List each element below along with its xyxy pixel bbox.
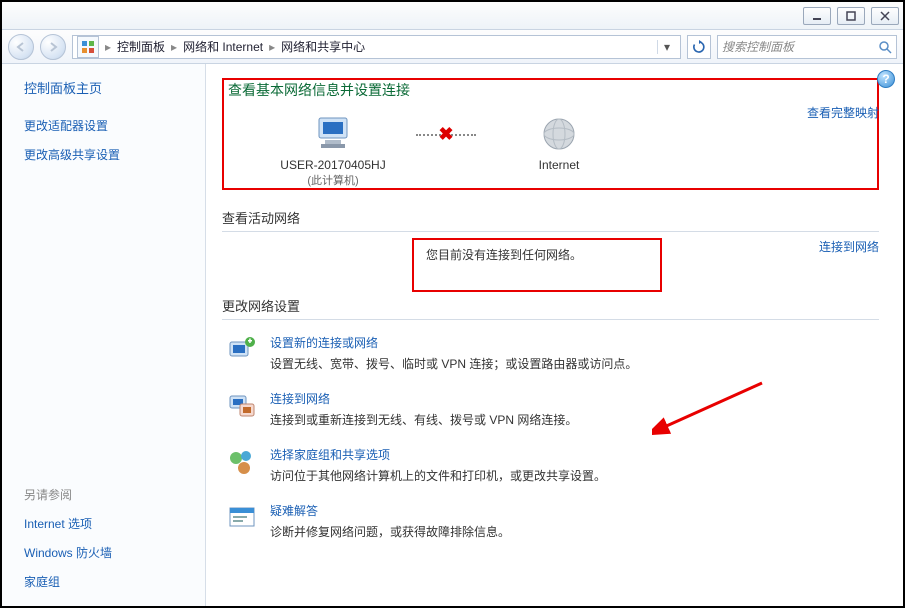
setup-connection-icon — [226, 334, 258, 366]
chevron-right-icon: ▸ — [103, 40, 113, 54]
breadcrumb[interactable]: ▸ 控制面板 ▸ 网络和 Internet ▸ 网络和共享中心 ▾ — [72, 35, 681, 59]
option-desc: 诊断并修复网络问题，或获得故障排除信息。 — [270, 523, 510, 540]
option-title[interactable]: 疑难解答 — [270, 502, 510, 519]
no-network-message: 您目前没有连接到任何网络。 — [426, 248, 582, 262]
pc-sublabel: (此计算机) — [258, 172, 408, 188]
option-connect-to-network[interactable]: 连接到网络 连接到或重新连接到无线、有线、拨号或 VPN 网络连接。 — [222, 382, 879, 438]
titlebar — [2, 2, 903, 30]
option-troubleshoot[interactable]: 疑难解答 诊断并修复网络问题，或获得故障排除信息。 — [222, 494, 879, 550]
connection-line: ✖ — [416, 134, 476, 136]
search-icon — [878, 40, 892, 54]
sidebar-link-adapter-settings[interactable]: 更改适配器设置 — [24, 117, 195, 134]
sidebar-link-advanced-sharing[interactable]: 更改高级共享设置 — [24, 146, 195, 163]
internet-label: Internet — [484, 158, 634, 172]
help-icon[interactable]: ? — [877, 70, 895, 88]
forward-button[interactable] — [40, 34, 66, 60]
option-desc: 设置无线、宽带、拨号、临时或 VPN 连接；或设置路由器或访问点。 — [270, 355, 637, 372]
network-options-list: 设置新的连接或网络 设置无线、宽带、拨号、临时或 VPN 连接；或设置路由器或访… — [222, 326, 879, 550]
internet-globe-icon — [484, 112, 634, 156]
option-title[interactable]: 选择家庭组和共享选项 — [270, 446, 606, 463]
chevron-right-icon: ▸ — [267, 40, 277, 54]
minimize-button[interactable] — [803, 7, 831, 25]
computer-icon — [258, 112, 408, 156]
back-button[interactable] — [8, 34, 34, 60]
network-center-icon — [77, 36, 99, 58]
search-placeholder: 搜索控制面板 — [722, 38, 794, 55]
highlight-box-no-network: 您目前没有连接到任何网络。 — [412, 238, 662, 292]
homegroup-icon — [226, 446, 258, 478]
breadcrumb-item[interactable]: 网络和 Internet — [183, 38, 263, 55]
sidebar-link-windows-firewall[interactable]: Windows 防火墙 — [24, 544, 195, 561]
sidebar-link-homegroup[interactable]: 家庭组 — [24, 573, 195, 590]
breadcrumb-dropdown[interactable]: ▾ — [657, 40, 676, 54]
option-title[interactable]: 设置新的连接或网络 — [270, 334, 637, 351]
option-setup-new-connection[interactable]: 设置新的连接或网络 设置无线、宽带、拨号、临时或 VPN 连接；或设置路由器或访… — [222, 326, 879, 382]
navbar: ▸ 控制面板 ▸ 网络和 Internet ▸ 网络和共享中心 ▾ 搜索控制面板 — [2, 30, 903, 64]
change-settings-title: 更改网络设置 — [222, 296, 879, 315]
main-panel: ? 查看基本网络信息并设置连接 USER-20170405HJ (此计算机) ✖ — [206, 64, 903, 606]
close-button[interactable] — [871, 7, 899, 25]
option-homegroup-sharing[interactable]: 选择家庭组和共享选项 访问位于其他网络计算机上的文件和打印机，或更改共享设置。 — [222, 438, 879, 494]
option-desc: 访问位于其他网络计算机上的文件和打印机，或更改共享设置。 — [270, 467, 606, 484]
breadcrumb-item[interactable]: 网络和共享中心 — [281, 38, 365, 55]
option-title[interactable]: 连接到网络 — [270, 390, 577, 407]
connect-to-network-link[interactable]: 连接到网络 — [819, 238, 879, 292]
sidebar-title[interactable]: 控制面板主页 — [24, 78, 195, 97]
troubleshoot-icon — [226, 502, 258, 534]
search-input[interactable]: 搜索控制面板 — [717, 35, 897, 59]
refresh-button[interactable] — [687, 35, 711, 59]
see-also-title: 另请参阅 — [24, 486, 195, 503]
disconnected-x-icon: ✖ — [438, 124, 453, 145]
connect-network-icon — [226, 390, 258, 422]
breadcrumb-item[interactable]: 控制面板 — [117, 38, 165, 55]
sidebar: 控制面板主页 更改适配器设置 更改高级共享设置 另请参阅 Internet 选项… — [2, 64, 206, 606]
view-full-map-link[interactable]: 查看完整映射 — [807, 104, 879, 121]
network-diagram: USER-20170405HJ (此计算机) ✖ Internet — [228, 108, 873, 188]
option-desc: 连接到或重新连接到无线、有线、拨号或 VPN 网络连接。 — [270, 411, 577, 428]
sidebar-link-internet-options[interactable]: Internet 选项 — [24, 515, 195, 532]
maximize-button[interactable] — [837, 7, 865, 25]
active-network-title: 查看活动网络 — [222, 208, 879, 227]
chevron-right-icon: ▸ — [169, 40, 179, 54]
pc-label: USER-20170405HJ — [258, 158, 408, 172]
highlight-box-network-info: 查看基本网络信息并设置连接 USER-20170405HJ (此计算机) ✖ — [222, 78, 879, 190]
page-title: 查看基本网络信息并设置连接 — [228, 80, 873, 100]
